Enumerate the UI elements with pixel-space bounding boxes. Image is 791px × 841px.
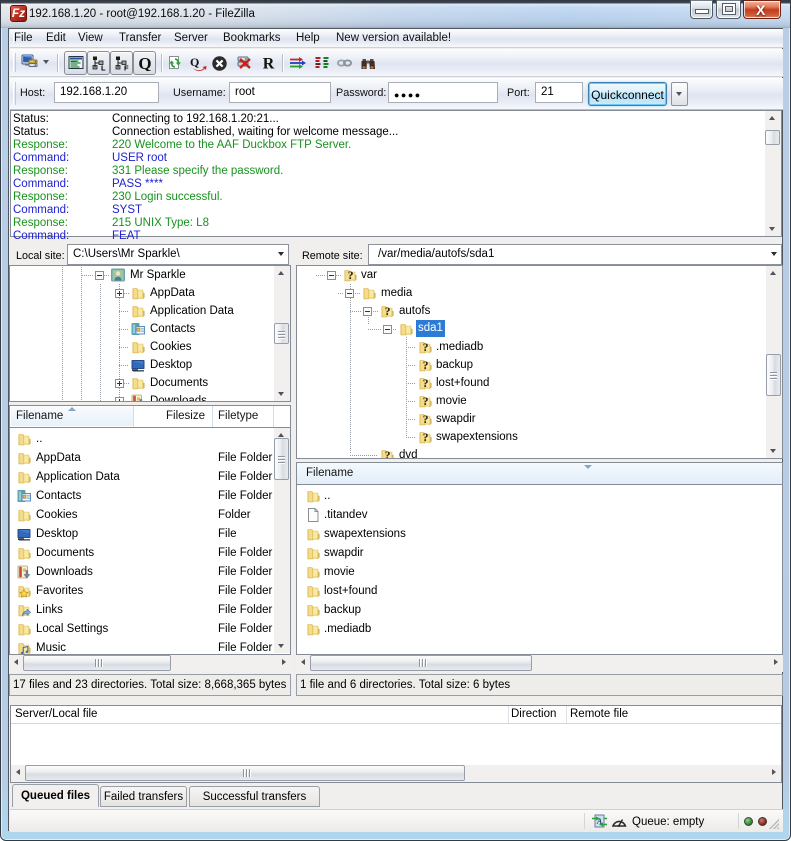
svg-text:Q: Q (190, 55, 199, 69)
svg-text:?: ? (423, 378, 429, 390)
svg-text:?: ? (385, 306, 391, 318)
svg-text:R: R (263, 56, 275, 72)
svg-text:?: ? (348, 270, 354, 282)
svg-text:L: L (101, 64, 106, 72)
svg-text:Q: Q (138, 55, 151, 71)
svg-text:?: ? (423, 396, 429, 408)
svg-text:?: ? (423, 414, 429, 426)
svg-text:?: ? (423, 360, 429, 372)
svg-text:F: F (124, 64, 129, 72)
svg-text:?: ? (423, 342, 429, 354)
svg-text:?: ? (385, 450, 391, 459)
svg-text:?: ? (423, 432, 429, 444)
